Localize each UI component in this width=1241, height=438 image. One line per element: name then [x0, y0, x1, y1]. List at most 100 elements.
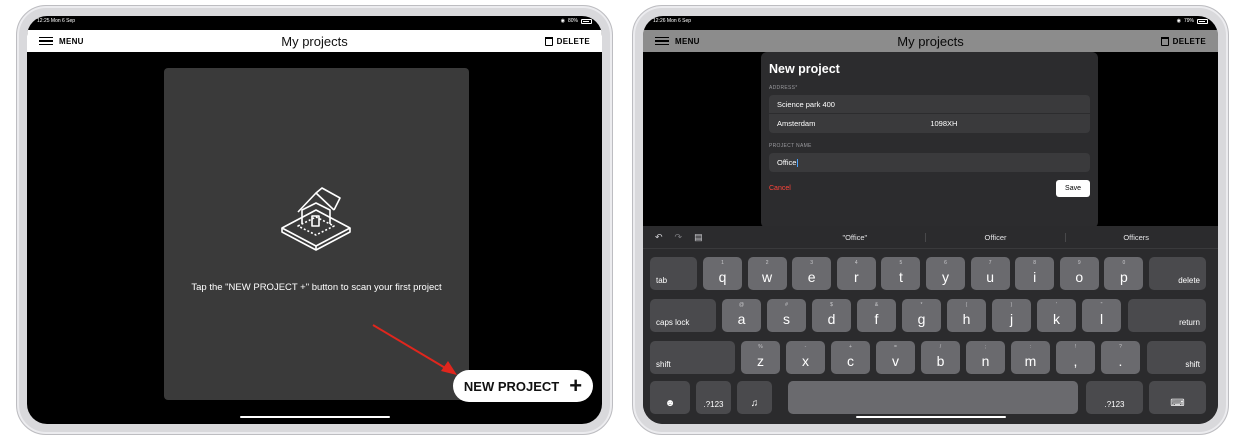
- ipad-left: 12:25 Mon 6 Sep ◉ 80% MENU My projects D…: [16, 5, 613, 435]
- key-s[interactable]: # s: [767, 299, 806, 332]
- key-r[interactable]: 4r: [836, 257, 876, 290]
- suggestion-bar: "Office" Officer Officers: [785, 232, 1206, 242]
- key-row-1: tab delete 1q2w3e4r5t6y7u8i9o0p: [650, 257, 1211, 290]
- keyboard-toolbar: ↶ ↷ ▤ "Office" Officer Officers: [643, 226, 1218, 249]
- key-j[interactable]: ) j: [992, 299, 1031, 332]
- space-key[interactable]: [788, 381, 1078, 414]
- house-scan-icon: [281, 187, 351, 251]
- key-p[interactable]: 0p: [1104, 257, 1144, 290]
- undo-icon[interactable]: ↶: [655, 232, 663, 243]
- cancel-button[interactable]: Cancel: [769, 185, 791, 192]
- ipad-right: 12:26 Mon 6 Sep ◉ 79% MENU My projects D…: [632, 5, 1229, 435]
- key-g[interactable]: * g: [902, 299, 941, 332]
- microphone-icon: ♫: [750, 398, 759, 409]
- screen-right: 12:26 Mon 6 Sep ◉ 79% MENU My projects D…: [643, 16, 1218, 424]
- key-b[interactable]: / b: [921, 341, 960, 374]
- key-v[interactable]: = v: [876, 341, 915, 374]
- key-k[interactable]: ' k: [1037, 299, 1076, 332]
- key-i[interactable]: 8i: [1015, 257, 1055, 290]
- shift-right-key[interactable]: shift: [1147, 341, 1206, 374]
- new-project-button[interactable]: NEW PROJECT +: [453, 370, 593, 402]
- keyboard-icon: ⌨: [1170, 398, 1185, 409]
- hamburger-icon: [39, 37, 53, 45]
- menu-label: MENU: [59, 36, 84, 46]
- numbers-key-right[interactable]: .?123: [1086, 381, 1143, 414]
- key-row-3: shift shift % z - x + c = v / b; n: m!,?.: [650, 341, 1211, 374]
- nav-bar: MENU My projects DELETE: [27, 30, 602, 52]
- key-o[interactable]: 9o: [1059, 257, 1099, 290]
- key-.[interactable]: ?.: [1101, 341, 1140, 374]
- address-label: ADDRESS*: [769, 85, 798, 91]
- key-n[interactable]: ; n: [966, 341, 1005, 374]
- wifi-icon: ◉: [1176, 18, 1181, 24]
- paste-icon[interactable]: ▤: [694, 232, 703, 243]
- save-button[interactable]: Save: [1056, 180, 1090, 197]
- key-row-2: caps lock return @ a # s $ d & f * g(h) j ' k " l: [650, 299, 1211, 332]
- trash-icon: [544, 36, 553, 46]
- street-value: Science park 400: [777, 99, 835, 109]
- home-indicator[interactable]: [239, 415, 390, 418]
- zip-value: 1098XH: [930, 119, 958, 128]
- plus-icon: +: [569, 373, 583, 398]
- shift-left-key[interactable]: shift: [650, 341, 735, 374]
- arrow-annotation: [372, 324, 457, 375]
- key-l[interactable]: " l: [1082, 299, 1121, 332]
- on-screen-keyboard: ↶ ↷ ▤ "Office" Officer Officers tab dele…: [643, 226, 1218, 424]
- new-project-label: NEW PROJECT: [463, 378, 560, 394]
- hide-keyboard-key[interactable]: ⌨: [1149, 381, 1206, 414]
- menu-button[interactable]: MENU: [39, 37, 84, 46]
- emoji-icon: ☻: [664, 398, 676, 409]
- key-z[interactable]: % z: [741, 341, 780, 374]
- key-u[interactable]: 7u: [970, 257, 1010, 290]
- delete-label: DELETE: [556, 36, 590, 46]
- delete-key[interactable]: delete: [1149, 257, 1206, 290]
- caps-lock-key[interactable]: caps lock: [650, 299, 716, 332]
- key-y[interactable]: 6y: [926, 257, 965, 290]
- key-w[interactable]: 2w: [747, 257, 787, 290]
- page-title: My projects: [281, 33, 348, 49]
- project-name-input[interactable]: Office: [769, 153, 1090, 172]
- wifi-icon: ◉: [560, 18, 565, 24]
- key-,[interactable]: !,: [1056, 341, 1095, 374]
- return-key[interactable]: return: [1128, 299, 1206, 332]
- numbers-key-left[interactable]: .?123: [696, 381, 731, 414]
- suggestion-item[interactable]: "Office": [785, 232, 926, 242]
- key-q[interactable]: 1q: [703, 257, 742, 290]
- suggestion-item[interactable]: Officers: [1066, 233, 1206, 242]
- key-d[interactable]: $ d: [812, 299, 851, 332]
- battery-percent: 79%: [1183, 18, 1194, 24]
- project-name-value: Office: [777, 158, 797, 167]
- battery-icon: [1197, 18, 1208, 24]
- redo-icon[interactable]: ↷: [675, 232, 683, 243]
- key-h[interactable]: (h: [947, 299, 986, 332]
- status-bar: 12:26 Mon 6 Sep ◉ 79%: [643, 16, 1218, 26]
- key-e[interactable]: 3e: [792, 257, 832, 290]
- key-a[interactable]: @ a: [722, 299, 761, 332]
- city-value: Amsterdam: [777, 119, 816, 128]
- status-time: 12:25 Mon 6 Sep: [37, 18, 76, 24]
- project-name-label: PROJECT NAME: [769, 143, 812, 149]
- delete-button[interactable]: DELETE: [544, 36, 590, 46]
- dialog-title: New project: [769, 62, 840, 76]
- emoji-key[interactable]: ☻: [650, 381, 690, 414]
- suggestion-item[interactable]: Officer: [926, 232, 1067, 242]
- status-bar: 12:25 Mon 6 Sep ◉ 80%: [27, 16, 602, 26]
- dictation-key[interactable]: ♫: [737, 381, 772, 414]
- key-x[interactable]: -x: [786, 341, 825, 374]
- home-indicator[interactable]: [855, 415, 1006, 418]
- key-m[interactable]: :m: [1011, 341, 1050, 374]
- key-f[interactable]: & f: [857, 299, 896, 332]
- battery-icon: [581, 18, 592, 24]
- tab-key[interactable]: tab: [650, 257, 697, 290]
- key-row-4: ☻ .?123 ♫ .?123 ⌨: [650, 381, 1211, 414]
- text-cursor: [797, 158, 799, 167]
- status-time: 12:26 Mon 6 Sep: [653, 18, 692, 24]
- key-t[interactable]: 5t: [881, 257, 921, 290]
- new-project-dialog: New project ADDRESS* Science park 400 Am…: [761, 52, 1098, 228]
- screen-left: 12:25 Mon 6 Sep ◉ 80% MENU My projects D…: [27, 16, 602, 424]
- street-field[interactable]: Science park 400: [769, 95, 1090, 114]
- empty-state-hint: Tap the "NEW PROJECT +" button to scan y…: [191, 282, 442, 293]
- battery-percent: 80%: [567, 18, 578, 24]
- city-zip-field[interactable]: Amsterdam 1098XH: [769, 114, 1090, 133]
- key-c[interactable]: + c: [831, 341, 870, 374]
